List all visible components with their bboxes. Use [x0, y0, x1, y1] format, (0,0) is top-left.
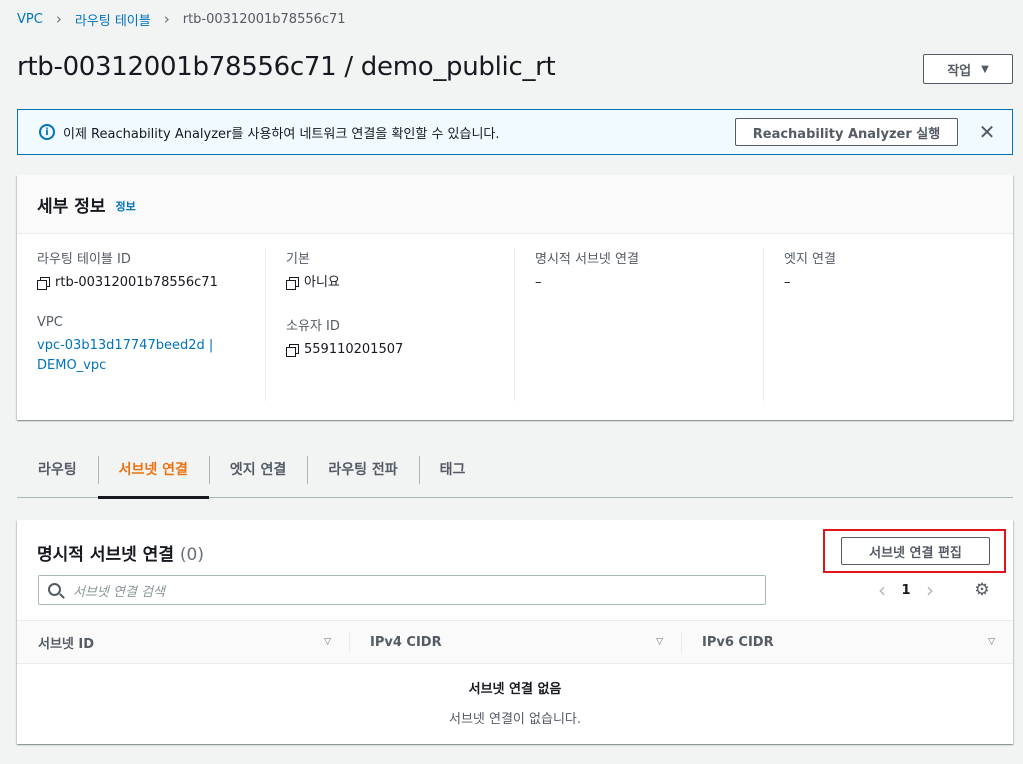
explicit-subnet-label: 명시적 서브넷 연결	[535, 252, 639, 267]
actions-button[interactable]: 작업 ▼	[923, 54, 1013, 84]
copy-icon[interactable]	[286, 277, 299, 290]
details-column-4: 엣지 연결 –	[764, 248, 1013, 401]
chevron-right-icon[interactable]: ›	[917, 578, 943, 602]
details-column-1: 라우팅 테이블 ID rtb-00312001b78556c71 VPC vpc…	[17, 248, 266, 401]
empty-state-title: 서브넷 연결 없음	[468, 682, 562, 697]
pagination: ‹ 1 ›	[869, 578, 943, 602]
run-reachability-analyzer-button[interactable]: Reachability Analyzer 실행	[735, 118, 958, 146]
gear-icon[interactable]: ⚙	[972, 580, 992, 600]
details-panel: 세부 정보 정보 라우팅 테이블 ID rtb-00312001b78556c7…	[17, 175, 1013, 420]
column-header-label: IPv4 CIDR	[370, 634, 442, 650]
copy-icon[interactable]	[37, 277, 50, 290]
details-column-3: 명시적 서브넷 연결 –	[515, 248, 764, 401]
vpc-link[interactable]: vpc-03b13d17747beed2d | DEMO_vpc	[37, 338, 213, 373]
details-column-2: 기본 아니요 소유자 ID 559110201507	[266, 248, 515, 401]
chevron-left-icon[interactable]: ‹	[869, 578, 895, 602]
sort-caret-icon: ▽	[656, 637, 663, 647]
section-title: 명시적 서브넷 연결 (0)	[37, 540, 204, 565]
main-text: 아니요	[304, 275, 340, 290]
route-table-id-value: rtb-00312001b78556c71	[37, 273, 265, 293]
tab-route-propagation[interactable]: 라우팅 전파	[307, 440, 418, 498]
sort-caret-icon: ▽	[988, 637, 995, 647]
breadcrumb-vpc[interactable]: VPC	[17, 12, 43, 27]
vpc-value: vpc-03b13d17747beed2d | DEMO_vpc	[37, 336, 265, 376]
chevron-right-icon: ›	[55, 10, 62, 28]
table-header: 서브넷 ID ▽ IPv4 CIDR ▽ IPv6 CIDR ▽	[17, 620, 1013, 664]
route-table-id-text: rtb-00312001b78556c71	[55, 275, 218, 290]
details-header: 세부 정보 정보	[17, 175, 1013, 234]
section-title-text: 명시적 서브넷 연결	[37, 545, 174, 565]
search-input[interactable]: 서브넷 연결 검색	[38, 575, 766, 605]
search-placeholder: 서브넷 연결 검색	[73, 584, 165, 600]
vpc-link-line2: DEMO_vpc	[37, 358, 107, 373]
vpc-link-line1: vpc-03b13d17747beed2d |	[37, 338, 214, 353]
sort-caret-icon: ▽	[324, 637, 331, 647]
details-info-link[interactable]: 정보	[115, 198, 135, 214]
flash-message: 이제 Reachability Analyzer를 사용하여 네트워크 연결을 …	[63, 127, 500, 142]
copy-icon[interactable]	[286, 344, 299, 357]
details-title: 세부 정보	[37, 196, 106, 217]
main-value: 아니요	[286, 273, 514, 293]
tab-tags[interactable]: 태그	[418, 440, 487, 498]
main-label: 기본	[286, 252, 310, 267]
section-count: (0)	[179, 545, 204, 565]
route-table-id-label: 라우팅 테이블 ID	[37, 252, 131, 267]
tab-routes[interactable]: 라우팅	[17, 440, 98, 498]
info-icon: i	[39, 124, 55, 140]
caret-down-icon: ▼	[981, 63, 989, 75]
breadcrumb: VPC › 라우팅 테이블 › rtb-00312001b78556c71	[17, 10, 346, 29]
tab-bar: 라우팅 서브넷 연결 엣지 연결 라우팅 전파 태그	[17, 440, 1013, 499]
owner-id-label: 소유자 ID	[286, 319, 340, 334]
tab-edge-associations[interactable]: 엣지 연결	[208, 440, 307, 498]
empty-state-message: 서브넷 연결이 없습니다.	[449, 712, 581, 727]
column-header-ipv4-cidr[interactable]: IPv4 CIDR ▽	[349, 621, 681, 663]
edit-subnet-associations-button[interactable]: 서브넷 연결 편집	[841, 537, 990, 565]
edge-association-label: 엣지 연결	[784, 252, 836, 267]
column-header-subnet-id[interactable]: 서브넷 ID ▽	[17, 621, 349, 663]
explicit-subnet-value: –	[535, 275, 542, 290]
breadcrumb-route-tables[interactable]: 라우팅 테이블	[75, 10, 151, 29]
search-icon	[48, 583, 61, 596]
actions-label: 작업	[947, 63, 972, 79]
column-header-label: IPv6 CIDR	[702, 634, 774, 650]
page-number[interactable]: 1	[895, 583, 917, 598]
column-header-label: 서브넷 ID	[38, 636, 95, 652]
edge-association-value: –	[784, 275, 791, 290]
info-flashbar: i 이제 Reachability Analyzer를 사용하여 네트워크 연결…	[17, 109, 1013, 155]
chevron-right-icon: ›	[163, 10, 170, 28]
tab-subnet-associations[interactable]: 서브넷 연결	[97, 440, 210, 499]
close-icon[interactable]: ✕	[974, 119, 1000, 145]
page-title: rtb-00312001b78556c71 / demo_public_rt	[17, 52, 556, 82]
vpc-label: VPC	[37, 315, 63, 330]
owner-id-value: 559110201507	[286, 340, 514, 360]
owner-id-text: 559110201507	[304, 342, 404, 357]
subnet-associations-panel: 명시적 서브넷 연결 (0) 서브넷 연결 편집 서브넷 연결 검색 ‹ 1 ›…	[17, 520, 1013, 744]
column-header-ipv6-cidr[interactable]: IPv6 CIDR ▽	[681, 621, 1013, 663]
highlight-box: 서브넷 연결 편집	[823, 529, 1006, 573]
breadcrumb-current: rtb-00312001b78556c71	[182, 11, 346, 27]
